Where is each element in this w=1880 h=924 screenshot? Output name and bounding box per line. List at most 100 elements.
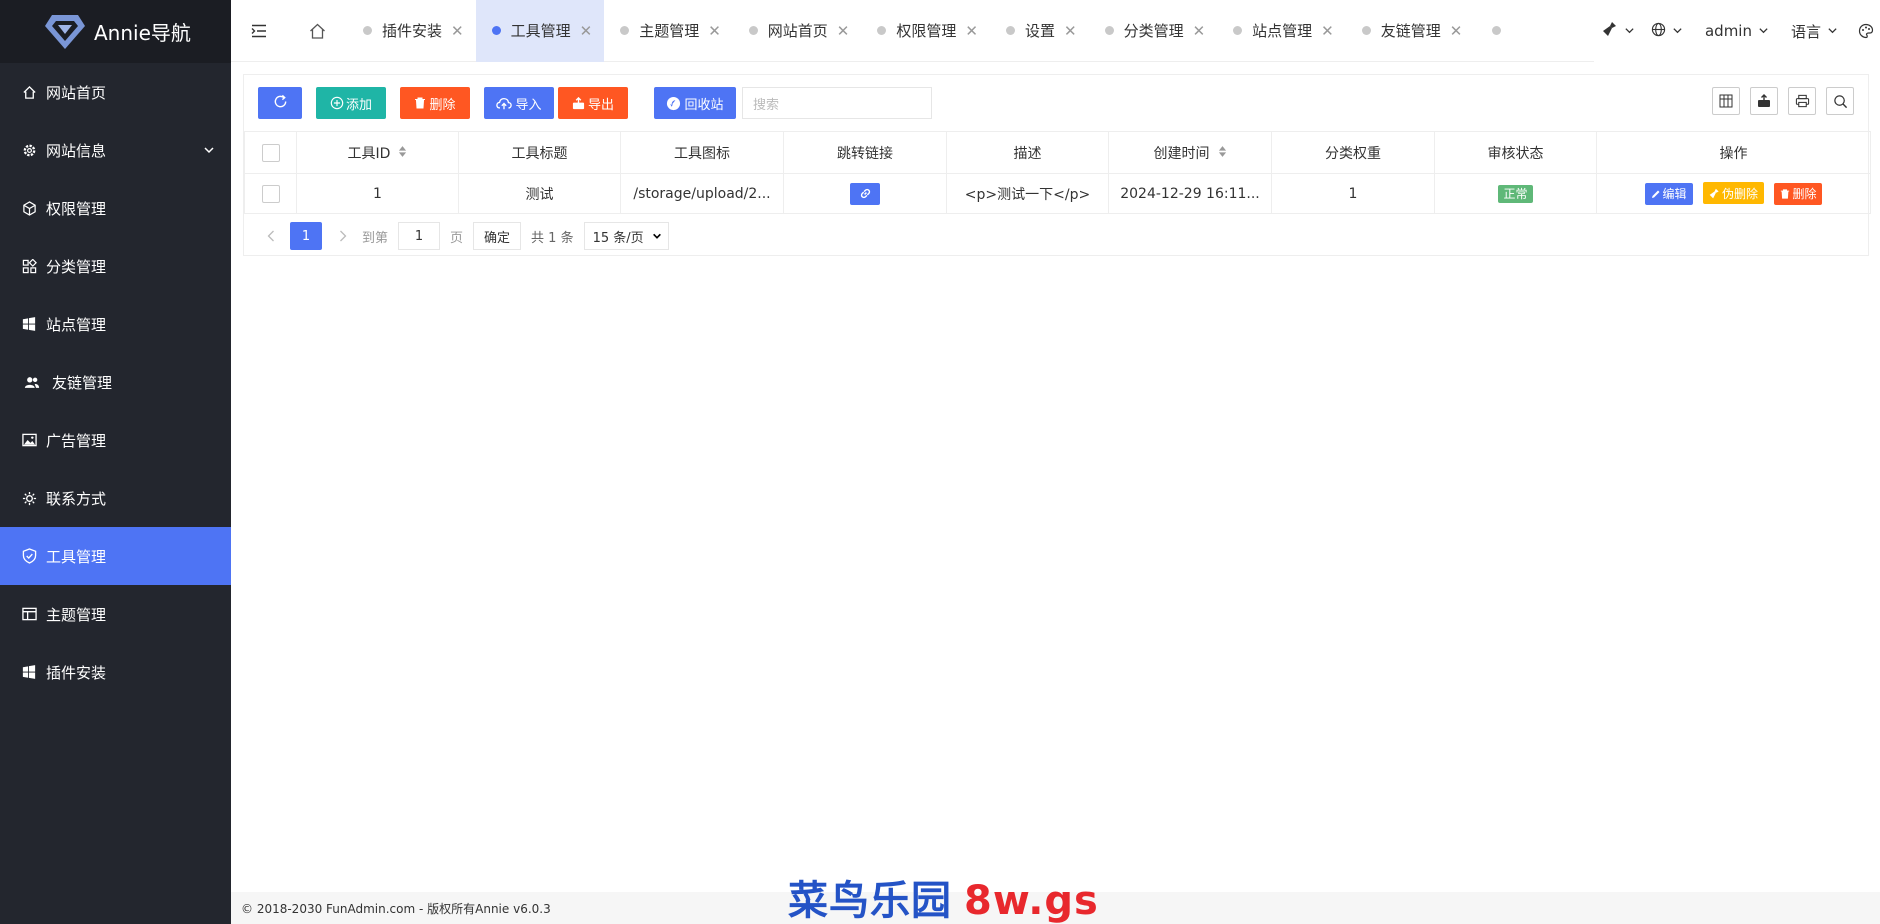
row-delete-button[interactable]: 删除 bbox=[1774, 182, 1823, 205]
logo[interactable]: Annie导航 bbox=[0, 0, 231, 63]
sidebar-item-ads[interactable]: 广告管理 bbox=[0, 411, 231, 469]
shield-icon bbox=[21, 548, 37, 564]
close-icon[interactable]: ✕ bbox=[1321, 22, 1334, 40]
table-tools bbox=[1702, 87, 1854, 115]
clear-cache-dropdown[interactable] bbox=[1594, 21, 1643, 41]
recycle-bin-button[interactable]: 回收站 bbox=[654, 87, 736, 119]
tab-site-home[interactable]: 网站首页 ✕ bbox=[733, 0, 862, 62]
header-tools: admin 语言 bbox=[1593, 0, 1880, 62]
export-button-label: 导出 bbox=[587, 97, 614, 113]
delete-button[interactable]: 删除 bbox=[400, 87, 470, 119]
tab-themes[interactable]: 主题管理 ✕ bbox=[604, 0, 733, 62]
gear-icon bbox=[21, 142, 37, 158]
close-icon[interactable]: ✕ bbox=[1193, 22, 1206, 40]
cloud-upload-icon bbox=[496, 97, 513, 110]
table-header-row: 工具ID 工具标题 工具图标 跳转链接 描述 创建时间 分类权重 审核状态 操作 bbox=[244, 131, 1871, 174]
search-input[interactable]: 搜索 bbox=[742, 87, 932, 119]
home-tab-icon[interactable] bbox=[287, 0, 347, 62]
print-icon[interactable] bbox=[1788, 87, 1816, 115]
goto-confirm-button[interactable]: 确定 bbox=[473, 222, 522, 250]
goto-label: 到第 bbox=[362, 230, 389, 246]
site-dropdown[interactable] bbox=[1643, 22, 1691, 41]
tab-label: 站点管理 bbox=[1252, 22, 1313, 40]
broom-icon bbox=[1709, 188, 1720, 199]
refresh-button[interactable] bbox=[258, 87, 302, 119]
current-page[interactable]: 1 bbox=[290, 222, 322, 250]
cell-weight: 1 bbox=[1271, 173, 1435, 214]
theme-palette-icon[interactable] bbox=[1846, 23, 1880, 39]
link-button[interactable] bbox=[850, 182, 880, 205]
menu-toggle-icon[interactable] bbox=[231, 0, 287, 62]
language-dropdown[interactable]: 语言 bbox=[1777, 21, 1846, 42]
watermark: 菜鸟乐园 8w.gs bbox=[788, 868, 1099, 924]
row-select-cell bbox=[244, 173, 297, 214]
column-header-actions: 操作 bbox=[1596, 131, 1871, 174]
next-page-icon[interactable] bbox=[330, 223, 356, 249]
sidebar-item-site-info[interactable]: 网站信息 bbox=[0, 121, 231, 179]
sort-icon[interactable] bbox=[1218, 145, 1227, 162]
tab-plugin-install[interactable]: 插件安装 ✕ bbox=[347, 0, 476, 62]
sidebar-item-contact[interactable]: 联系方式 bbox=[0, 469, 231, 527]
tab-overflow[interactable] bbox=[1474, 0, 1519, 62]
chevron-down-icon bbox=[652, 231, 662, 241]
sidebar-item-friend-links[interactable]: 友链管理 bbox=[0, 353, 231, 411]
home-icon bbox=[21, 84, 37, 100]
column-header-weight: 分类权重 bbox=[1271, 131, 1435, 174]
select-all-checkbox[interactable] bbox=[261, 143, 280, 162]
row-checkbox[interactable] bbox=[261, 184, 280, 203]
add-button[interactable]: 添加 bbox=[316, 87, 386, 119]
column-header-id[interactable]: 工具ID bbox=[296, 131, 459, 174]
username: admin bbox=[1704, 22, 1752, 40]
export-button[interactable]: 导出 bbox=[558, 87, 628, 119]
cell-description: <p>测试一下</p> bbox=[946, 173, 1109, 214]
sidebar-item-themes[interactable]: 主题管理 bbox=[0, 585, 231, 643]
tab-friend-links[interactable]: 友链管理 ✕ bbox=[1346, 0, 1475, 62]
cell-title: 测试 bbox=[458, 173, 621, 214]
tab-dot bbox=[1233, 26, 1243, 35]
tab-label: 插件安装 bbox=[382, 22, 443, 40]
export-table-icon[interactable] bbox=[1750, 87, 1778, 115]
cell-actions: 编辑 伪删除 删除 bbox=[1596, 173, 1871, 214]
column-header-created[interactable]: 创建时间 bbox=[1108, 131, 1272, 174]
tab-tools[interactable]: 工具管理 ✕ bbox=[475, 0, 605, 62]
sidebar-item-site-home[interactable]: 网站首页 bbox=[0, 63, 231, 121]
watermark-cn: 菜鸟乐园 bbox=[788, 878, 952, 924]
edit-button[interactable]: 编辑 bbox=[1644, 182, 1693, 205]
sidebar-item-tools[interactable]: 工具管理 bbox=[0, 527, 231, 585]
tab-dot bbox=[1492, 26, 1502, 35]
search-icon[interactable] bbox=[1826, 87, 1854, 115]
watermark-en: 8w.gs bbox=[964, 878, 1099, 924]
close-icon[interactable]: ✕ bbox=[1450, 22, 1463, 40]
sidebar-item-permissions[interactable]: 权限管理 bbox=[0, 179, 231, 237]
sort-icon[interactable] bbox=[398, 145, 407, 162]
close-icon[interactable]: ✕ bbox=[580, 22, 593, 40]
tab-settings[interactable]: 设置 ✕ bbox=[990, 0, 1089, 62]
diamond-logo-icon bbox=[44, 11, 86, 53]
tab-label: 分类管理 bbox=[1123, 22, 1184, 40]
tab-dot bbox=[1005, 26, 1015, 35]
column-label: 审核状态 bbox=[1487, 145, 1544, 162]
copyright-text: © 2018-2030 FunAdmin.com - 版权所有Annie v6.… bbox=[241, 901, 551, 916]
tab-dot bbox=[620, 26, 630, 35]
user-dropdown[interactable]: admin bbox=[1691, 22, 1777, 40]
tab-permissions[interactable]: 权限管理 ✕ bbox=[861, 0, 990, 62]
tab-sites[interactable]: 站点管理 ✕ bbox=[1217, 0, 1346, 62]
sidebar-item-categories[interactable]: 分类管理 bbox=[0, 237, 231, 295]
globe-icon bbox=[1651, 22, 1666, 41]
sidebar-item-plugins[interactable]: 插件安装 bbox=[0, 643, 231, 701]
trash-icon bbox=[1780, 189, 1790, 199]
close-icon[interactable]: ✕ bbox=[837, 22, 850, 40]
top-header: 插件安装 ✕ 工具管理 ✕ 主题管理 ✕ 网站首页 ✕ 权限管理 ✕ 设置 ✕ 分类管理 ✕ … bbox=[231, 0, 1880, 62]
import-button[interactable]: 导入 bbox=[484, 87, 554, 119]
sidebar-item-sites[interactable]: 站点管理 bbox=[0, 295, 231, 353]
columns-filter-icon[interactable] bbox=[1712, 87, 1740, 115]
close-icon[interactable]: ✕ bbox=[1064, 22, 1077, 40]
close-icon[interactable]: ✕ bbox=[451, 22, 464, 40]
tab-categories[interactable]: 分类管理 ✕ bbox=[1089, 0, 1218, 62]
close-icon[interactable]: ✕ bbox=[708, 22, 721, 40]
soft-delete-button[interactable]: 伪删除 bbox=[1702, 182, 1764, 205]
goto-page-input[interactable]: 1 bbox=[398, 222, 441, 250]
close-icon[interactable]: ✕ bbox=[965, 22, 978, 40]
prev-page-icon[interactable] bbox=[258, 223, 284, 249]
per-page-select[interactable]: 15 条/页 bbox=[583, 222, 669, 250]
